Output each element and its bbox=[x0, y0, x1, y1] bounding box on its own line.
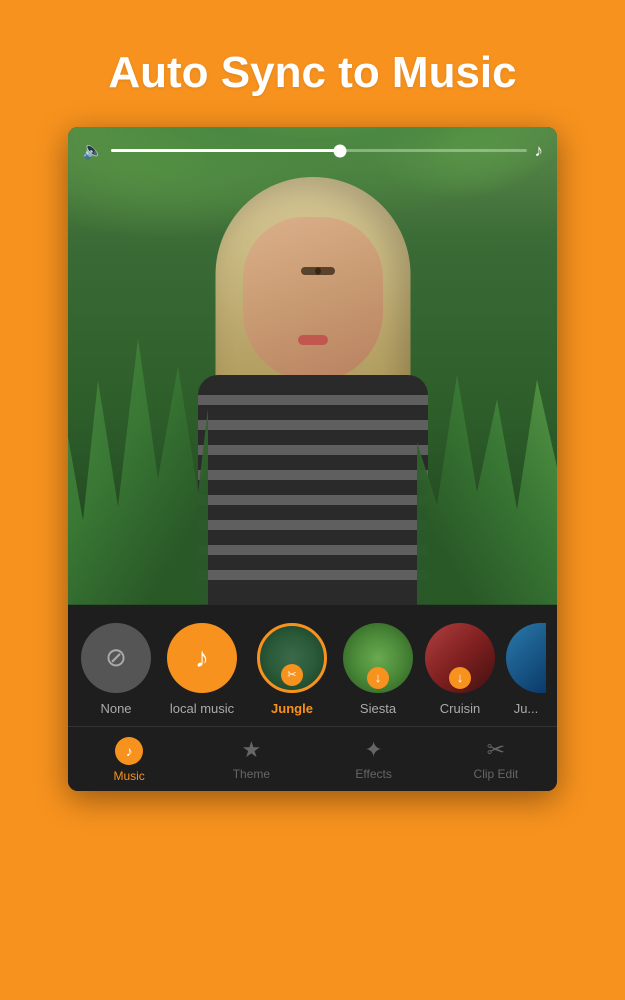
nav-label-effects: Effects bbox=[355, 767, 391, 781]
download-badge-siesta: ↓ bbox=[367, 667, 389, 689]
track-circle-jungle: ✂ bbox=[257, 623, 327, 693]
music-icon: ♪ bbox=[195, 642, 209, 674]
video-player[interactable]: 🔈 ♪ bbox=[68, 127, 557, 605]
effects-nav-icon: ✦ bbox=[364, 737, 382, 763]
volume-icon[interactable]: 🔈 bbox=[82, 141, 103, 161]
track-label-siesta: Siesta bbox=[360, 701, 396, 716]
page-title: Auto Sync to Music bbox=[40, 48, 585, 99]
nav-item-effects[interactable]: ✦ Effects bbox=[313, 737, 435, 783]
download-badge-cruisin: ↓ bbox=[449, 667, 471, 689]
nav-label-music: Music bbox=[113, 769, 144, 783]
progress-bar[interactable] bbox=[111, 149, 526, 152]
track-label-partial: Ju... bbox=[514, 701, 539, 716]
track-circle-local: ♪ bbox=[167, 623, 237, 693]
track-item-siesta[interactable]: ↓ Siesta bbox=[342, 623, 414, 716]
track-item-local-music[interactable]: ♪ local music bbox=[162, 623, 242, 716]
tracks-row: ⊘ None ♪ local music ✂ Jungle ↓ Siesta bbox=[68, 605, 557, 726]
track-item-cruisin[interactable]: ↓ Cruisin bbox=[424, 623, 496, 716]
track-label-local: local music bbox=[170, 701, 234, 716]
playback-controls: 🔈 ♪ bbox=[68, 141, 557, 161]
track-item-jungle[interactable]: ✂ Jungle bbox=[252, 623, 332, 716]
track-label-jungle: Jungle bbox=[271, 701, 313, 716]
track-circle-cruisin: ↓ bbox=[425, 623, 495, 693]
nav-label-clip-edit: Clip Edit bbox=[474, 767, 519, 781]
music-nav-icon: ♪ bbox=[115, 737, 143, 765]
theme-nav-icon: ★ bbox=[242, 737, 262, 763]
nav-item-clip-edit[interactable]: ✂ Clip Edit bbox=[435, 737, 557, 783]
track-circle-none: ⊘ bbox=[81, 623, 151, 693]
track-label-cruisin: Cruisin bbox=[440, 701, 480, 716]
nav-label-theme: Theme bbox=[233, 767, 270, 781]
music-note-icon: ♪ bbox=[535, 141, 544, 161]
nav-item-music[interactable]: ♪ Music bbox=[68, 737, 190, 783]
progress-fill bbox=[111, 149, 339, 152]
nav-item-theme[interactable]: ★ Theme bbox=[190, 737, 312, 783]
track-label-none: None bbox=[100, 701, 131, 716]
bottom-nav: ♪ Music ★ Theme ✦ Effects ✂ Clip Edit bbox=[68, 726, 557, 791]
phone-card: 🔈 ♪ ⊘ None ♪ local music bbox=[68, 127, 557, 791]
track-circle-partial bbox=[506, 623, 546, 693]
track-item-none[interactable]: ⊘ None bbox=[80, 623, 152, 716]
track-circle-siesta: ↓ bbox=[343, 623, 413, 693]
header: Auto Sync to Music bbox=[0, 0, 625, 127]
scissors-badge: ✂ bbox=[281, 664, 303, 686]
none-icon: ⊘ bbox=[105, 642, 127, 673]
clip-edit-nav-icon: ✂ bbox=[487, 737, 505, 763]
bottom-orange bbox=[0, 940, 625, 1000]
track-item-partial[interactable]: Ju... bbox=[506, 623, 546, 716]
progress-thumb[interactable] bbox=[333, 144, 346, 157]
